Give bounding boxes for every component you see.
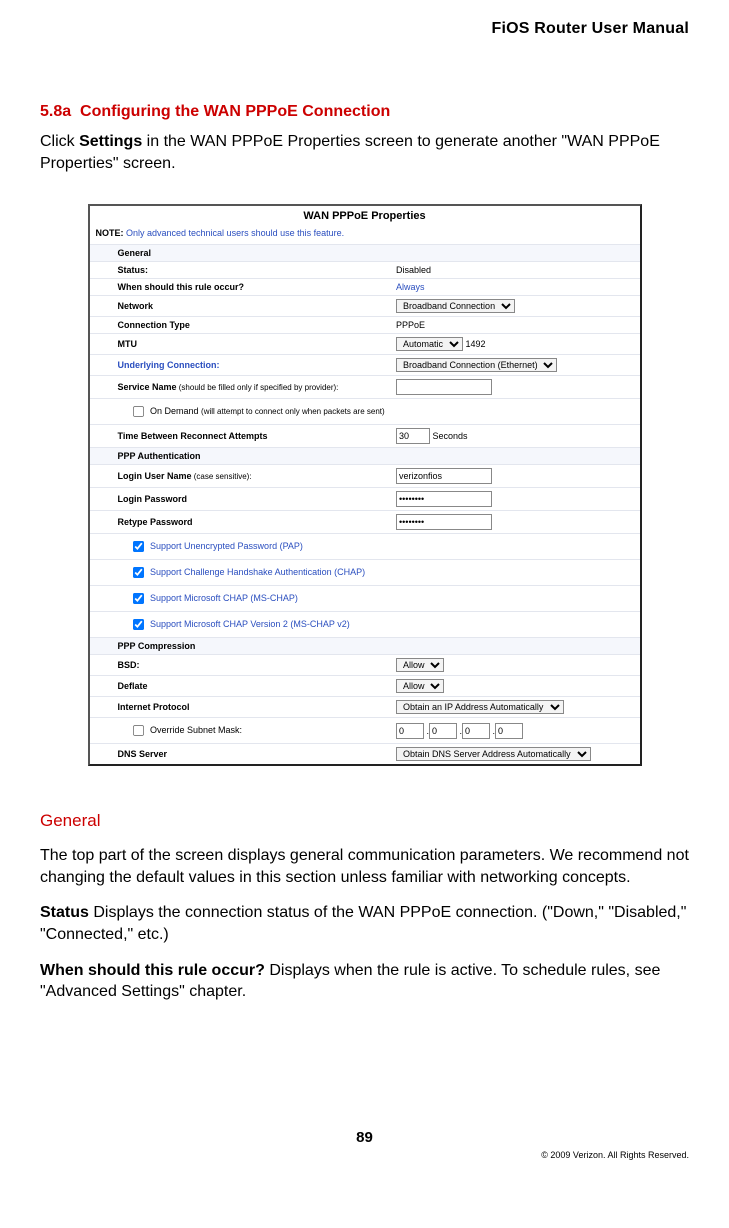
table-row: Deflate Allow [90,676,640,697]
table-row: Support Microsoft CHAP (MS-CHAP) [90,586,640,612]
subnet-label: Override Subnet Mask: [148,725,243,735]
group-pppcomp: PPP Compression [90,638,640,655]
login-input[interactable] [396,468,492,484]
chap-checkbox[interactable] [132,567,143,578]
table-row: Network Broadband Connection [90,296,640,317]
table-row: Override Subnet Mask: . . . [90,718,640,744]
mschap-label: Support Microsoft CHAP (MS-CHAP) [148,593,298,603]
rule-desc-label: When should this rule occur? [40,962,265,979]
dns-select[interactable]: Obtain DNS Server Address Automatically [396,747,591,761]
manual-page: FiOS Router User Manual 5.8a Configuring… [0,0,729,1180]
login-label: Login User Name (case sensitive): [90,465,393,488]
table-row: When should this rule occur? Always [90,279,640,296]
mschap2-checkbox[interactable] [132,619,143,630]
table-row: Login Password [90,488,640,511]
tbra-input[interactable] [396,428,430,444]
group-pppauth: PPP Authentication [90,448,640,465]
table-row: Login User Name (case sensitive): [90,465,640,488]
table-row: MTU Automatic 1492 [90,334,640,355]
panel-note: NOTE: Only advanced technical users shou… [90,226,640,244]
subnet-checkbox[interactable] [132,725,143,736]
mtu-label: MTU [90,334,393,355]
status-desc-text: Displays the connection status of the WA… [40,904,686,943]
status-desc-label: Status [40,904,89,921]
status-paragraph: Status Displays the connection status of… [40,902,689,945]
rule-paragraph: When should this rule occur? Displays wh… [40,960,689,1003]
rule-value[interactable]: Always [396,282,425,292]
underlying-select[interactable]: Broadband Connection (Ethernet) [396,358,557,372]
panel-title: WAN PPPoE Properties [90,206,640,226]
deflate-select[interactable]: Allow [396,679,444,693]
subnet-oct3[interactable] [462,723,490,739]
table-row: Support Challenge Handshake Authenticati… [90,560,640,586]
ondemand-checkbox[interactable] [132,406,143,417]
table-row: Support Unencrypted Password (PAP) [90,534,640,560]
table-row: Status: Disabled [90,262,640,279]
general-paragraph-1: The top part of the screen displays gene… [40,845,689,888]
tbra-unit: Seconds [433,431,468,441]
password-label: Login Password [90,488,393,511]
deflate-label: Deflate [90,676,393,697]
note-label: NOTE: [96,228,124,238]
table-row: Connection Type PPPoE [90,317,640,334]
tbra-label: Time Between Reconnect Attempts [90,425,393,448]
bsd-label: BSD: [90,655,393,676]
subnet-oct1[interactable] [396,723,424,739]
properties-table: General Status: Disabled When should thi… [90,244,640,764]
table-row: Support Microsoft CHAP Version 2 (MS-CHA… [90,612,640,638]
status-value: Disabled [392,262,640,279]
intro-prefix: Click [40,133,79,150]
copyright: © 2009 Verizon. All Rights Reserved. [40,1150,689,1160]
retype-password-label: Retype Password [90,511,393,534]
chap-label: Support Challenge Handshake Authenticati… [148,567,366,577]
servicename-input[interactable] [396,379,492,395]
table-row: Underlying Connection: Broadband Connect… [90,355,640,376]
table-row: Internet Protocol Obtain an IP Address A… [90,697,640,718]
retype-password-input[interactable] [396,514,492,530]
pap-checkbox[interactable] [132,541,143,552]
general-heading: General [40,811,689,831]
ondemand-sub: (will attempt to connect only when packe… [201,407,385,416]
intro-paragraph: Click Settings in the WAN PPPoE Properti… [40,131,689,174]
mschap2-label: Support Microsoft CHAP Version 2 (MS-CHA… [148,619,350,629]
table-row: Time Between Reconnect Attempts Seconds [90,425,640,448]
page-footer: 89 © 2009 Verizon. All Rights Reserved. [0,1129,729,1160]
ip-label: Internet Protocol [90,697,393,718]
conntype-label: Connection Type [90,317,393,334]
bsd-select[interactable]: Allow [396,658,444,672]
underlying-label[interactable]: Underlying Connection: [118,360,220,370]
section-heading: 5.8a Configuring the WAN PPPoE Connectio… [40,103,689,121]
group-general: General [90,245,640,262]
intro-bold: Settings [79,133,142,150]
section-number: 5.8a [40,103,71,120]
mtu-num: 1492 [466,339,486,349]
properties-screenshot: WAN PPPoE Properties NOTE: Only advanced… [88,204,642,766]
section-title: Configuring the WAN PPPoE Connection [80,103,390,120]
mschap-checkbox[interactable] [132,593,143,604]
page-number: 89 [40,1129,689,1146]
mtu-select[interactable]: Automatic [396,337,463,351]
table-row: Retype Password [90,511,640,534]
status-label: Status: [90,262,393,279]
table-row: Service Name (should be filled only if s… [90,376,640,399]
table-row: On Demand (will attempt to connect only … [90,399,640,425]
table-row: DNS Server Obtain DNS Server Address Aut… [90,744,640,765]
subnet-oct2[interactable] [429,723,457,739]
network-select[interactable]: Broadband Connection [396,299,515,313]
subnet-oct4[interactable] [495,723,523,739]
subnet-row: Override Subnet Mask: [90,718,393,744]
ondemand-label: On Demand [148,406,202,416]
ip-select[interactable]: Obtain an IP Address Automatically [396,700,564,714]
password-input[interactable] [396,491,492,507]
table-row: BSD: Allow [90,655,640,676]
pap-label: Support Unencrypted Password (PAP) [148,541,303,551]
servicename-label: Service Name (should be filled only if s… [90,376,393,399]
rule-label: When should this rule occur? [90,279,393,296]
network-label: Network [90,296,393,317]
conntype-value: PPPoE [392,317,640,334]
ondemand-row: On Demand (will attempt to connect only … [90,399,640,425]
dns-label: DNS Server [90,744,393,765]
header-title: FiOS Router User Manual [40,20,689,38]
note-text: Only advanced technical users should use… [124,228,345,238]
